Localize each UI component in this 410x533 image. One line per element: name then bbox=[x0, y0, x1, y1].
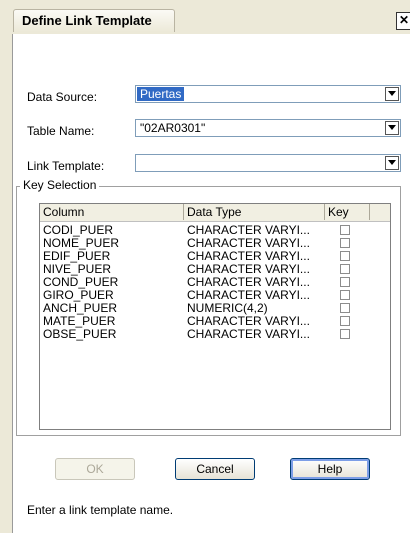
key-selection-title: Key Selection bbox=[20, 178, 100, 192]
table-name-label: Table Name: bbox=[27, 124, 95, 138]
key-selection-list[interactable]: Column Data Type Key CODI_PUER CHARACTER … bbox=[39, 203, 391, 430]
title-tab: Define Link Template bbox=[13, 9, 175, 32]
chevron-down-icon[interactable] bbox=[385, 121, 399, 135]
list-header: Column Data Type Key bbox=[40, 204, 390, 222]
key-checkbox[interactable] bbox=[340, 225, 350, 235]
table-name-select[interactable]: "02AR0301" bbox=[135, 119, 401, 137]
column-header-data-type[interactable]: Data Type bbox=[184, 204, 325, 220]
row-column-name: OBSE_PUER bbox=[43, 327, 117, 341]
key-checkbox[interactable] bbox=[340, 329, 350, 339]
chevron-down-icon[interactable] bbox=[385, 156, 399, 170]
table-row[interactable]: OBSE_PUER CHARACTER VARYI... bbox=[40, 328, 390, 341]
chevron-down-icon[interactable] bbox=[385, 87, 399, 101]
link-template-label: Link Template: bbox=[27, 159, 105, 173]
dialog-title: Define Link Template bbox=[22, 13, 152, 28]
title-bar: Define Link Template ✕ bbox=[0, 0, 410, 34]
column-header-key[interactable]: Key bbox=[325, 204, 370, 220]
data-source-select[interactable]: Puertas bbox=[135, 85, 401, 103]
key-checkbox[interactable] bbox=[340, 303, 350, 313]
row-data-type: CHARACTER VARYI... bbox=[187, 327, 310, 341]
key-checkbox[interactable] bbox=[340, 251, 350, 261]
help-button[interactable]: Help bbox=[290, 458, 370, 480]
key-checkbox[interactable] bbox=[340, 238, 350, 248]
table-name-value: "02AR0301" bbox=[140, 121, 206, 135]
key-checkbox[interactable] bbox=[340, 290, 350, 300]
key-checkbox[interactable] bbox=[340, 277, 350, 287]
ok-button[interactable]: OK bbox=[55, 458, 135, 480]
data-source-value: Puertas bbox=[137, 87, 185, 101]
column-header-column[interactable]: Column bbox=[40, 204, 184, 220]
close-icon[interactable]: ✕ bbox=[396, 12, 410, 30]
cancel-button[interactable]: Cancel bbox=[175, 458, 255, 480]
data-source-label: Data Source: bbox=[27, 90, 98, 104]
status-text: Enter a link template name. bbox=[27, 503, 174, 517]
key-checkbox[interactable] bbox=[340, 316, 350, 326]
key-checkbox[interactable] bbox=[340, 264, 350, 274]
link-template-input[interactable] bbox=[135, 154, 401, 172]
